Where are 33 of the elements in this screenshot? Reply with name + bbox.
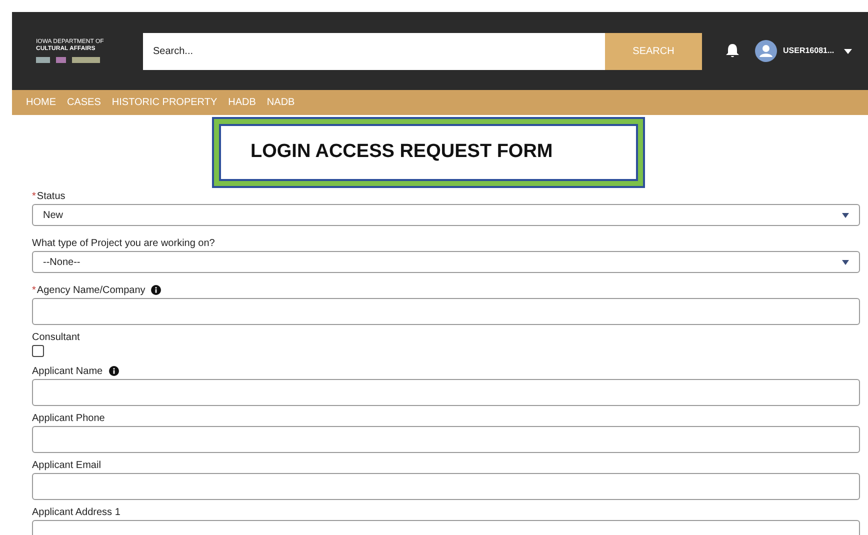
nav-link[interactable]: CASES (67, 95, 101, 110)
checkbox[interactable] (32, 345, 44, 357)
field-label: Applicant Name (32, 364, 103, 378)
logo-icon (36, 56, 102, 64)
field-label: Applicant Address 1 (32, 506, 120, 520)
field-label: Status (36, 190, 66, 204)
input-field[interactable] (32, 379, 860, 406)
required-marker: * (32, 284, 36, 298)
caret-icon (842, 212, 849, 218)
caret-icon (842, 260, 849, 264)
user-name[interactable]: USER16081... (783, 45, 834, 57)
search-input[interactable]: Search... (153, 44, 595, 58)
input-field[interactable] (32, 298, 860, 325)
nav-link[interactable]: HADB (228, 95, 256, 110)
form-title: LOGIN ACCESS REQUEST FORM (250, 140, 553, 164)
field-label: Applicant Email (32, 458, 101, 472)
caret-icon[interactable] (844, 48, 852, 54)
required-marker: * (32, 190, 36, 204)
input-field[interactable] (32, 473, 860, 500)
field-label: Applicant Phone (32, 412, 105, 426)
field-label: Consultant (32, 330, 80, 344)
nav-link[interactable]: HISTORIC PROPERTY (112, 95, 218, 110)
nav-link[interactable]: HOME (26, 95, 56, 110)
avatar-icon[interactable] (755, 40, 777, 62)
select-field[interactable]: New (32, 204, 860, 226)
field-label: Agency Name/Company (36, 284, 146, 298)
nav-link[interactable]: NADB (266, 95, 295, 110)
select-field[interactable]: --None-- (32, 251, 860, 273)
field-label: What type of Project you are working on? (32, 236, 215, 250)
search-button[interactable]: SEARCH (605, 32, 702, 70)
bell-icon[interactable] (726, 44, 739, 58)
input-field[interactable] (32, 426, 860, 453)
search-field[interactable]: Search... (143, 32, 605, 70)
